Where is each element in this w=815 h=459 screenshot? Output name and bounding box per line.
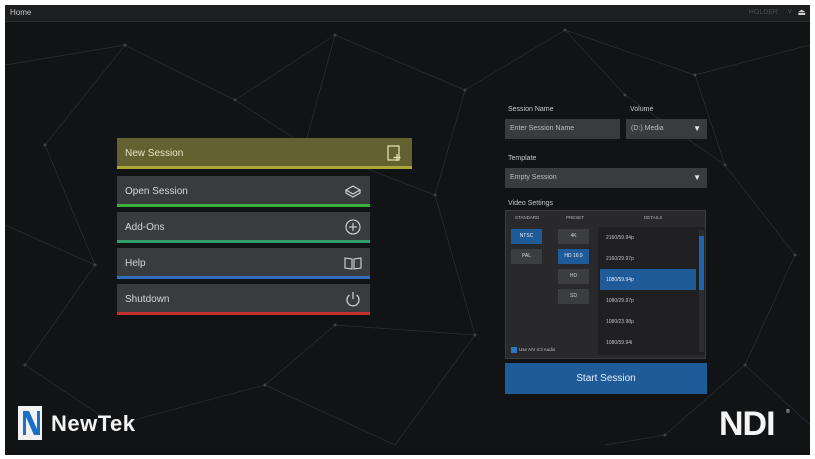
newtek-logo-text: NewTek	[51, 411, 136, 436]
details-item[interactable]: 2160/59.94p	[600, 227, 696, 248]
power-icon	[346, 292, 360, 307]
details-item[interactable]: 1080/29.97p	[600, 290, 696, 311]
new-session-button[interactable]: New Session	[117, 138, 412, 169]
session-name-input[interactable]: Enter Session Name	[505, 119, 620, 139]
shutdown-label: Shutdown	[125, 294, 170, 305]
details-item[interactable]: 1080/59.94p	[600, 269, 696, 290]
details-list[interactable]: 2160/59.94p 2160/29.97p 1080/59.94p 1080…	[598, 227, 705, 355]
preset-option-sd[interactable]: SD	[558, 289, 589, 304]
volume-select[interactable]: (D:) Media ▼	[626, 119, 707, 139]
newtek-logo-icon	[18, 406, 42, 440]
chevron-down-icon[interactable]: ˅	[787, 7, 792, 16]
preset-column-header: PRESET	[566, 215, 585, 220]
details-column-header: DETAILS	[644, 215, 663, 220]
volume-value: (D:) Media	[631, 125, 664, 132]
template-label: Template	[508, 155, 537, 162]
details-item[interactable]: 1080/23.98p	[600, 311, 696, 332]
add-ons-label: Add-Ons	[125, 222, 165, 233]
help-label: Help	[125, 258, 146, 269]
start-session-button[interactable]: Start Session	[505, 363, 707, 394]
standard-option-pal[interactable]: PAL	[511, 249, 542, 264]
shutdown-button[interactable]: Shutdown	[117, 284, 370, 315]
shutdown-accent-bar	[117, 312, 370, 315]
add-ons-button[interactable]: Add-Ons	[117, 212, 370, 243]
new-session-accent-bar	[117, 166, 412, 169]
help-button[interactable]: Help	[117, 248, 370, 279]
add-ons-icon	[345, 219, 361, 235]
audio-checkbox[interactable]	[511, 347, 517, 353]
audio-checkbox-label: Use A/V 4:3 Audio	[519, 347, 556, 352]
template-value: Empty Session	[510, 174, 557, 181]
open-session-accent-bar	[117, 204, 370, 207]
preset-option-4k[interactable]: 4K	[558, 229, 589, 244]
open-session-icon	[344, 185, 362, 198]
open-session-label: Open Session	[125, 186, 188, 197]
standard-option-ntsc[interactable]: NTSC	[511, 229, 542, 244]
ndi-logo-text: NDI	[719, 405, 776, 443]
title-bar: Home HOLDER ˅ ⏏	[5, 5, 810, 22]
video-settings-label: Video Settings	[508, 200, 554, 207]
ndi-registered-mark: ®	[786, 409, 790, 415]
session-name-label: Session Name	[508, 106, 554, 113]
details-scrollbar-thumb[interactable]	[699, 236, 704, 290]
session-name-placeholder: Enter Session Name	[510, 125, 575, 132]
preset-option-hd-16-9[interactable]: HD 16:9	[558, 249, 589, 264]
details-item[interactable]: 2160/29.97p	[600, 248, 696, 269]
volume-dropdown-icon: ▼	[693, 124, 701, 133]
new-session-label: New Session	[125, 148, 184, 159]
volume-label: Volume	[630, 106, 654, 113]
video-settings-panel: STANDARD PRESET DETAILS NTSC PAL 4K HD 1…	[505, 210, 706, 359]
preset-option-hd[interactable]: HD	[558, 269, 589, 284]
template-select[interactable]: Empty Session ▼	[505, 168, 707, 188]
new-session-icon	[387, 145, 401, 161]
window-title: Home	[10, 8, 32, 17]
app-window: Home HOLDER ˅ ⏏ New Session Open Session…	[5, 5, 810, 455]
details-item[interactable]: 1080/59.94i	[600, 332, 696, 353]
help-book-icon	[344, 257, 362, 270]
open-session-button[interactable]: Open Session	[117, 176, 370, 207]
add-ons-accent-bar	[117, 240, 370, 243]
template-dropdown-icon: ▼	[693, 173, 701, 182]
help-accent-bar	[117, 276, 370, 279]
eject-icon[interactable]: ⏏	[797, 7, 806, 18]
standard-column-header: STANDARD	[515, 215, 540, 220]
title-right-label: HOLDER	[748, 9, 778, 16]
details-scrollbar[interactable]	[699, 230, 704, 352]
